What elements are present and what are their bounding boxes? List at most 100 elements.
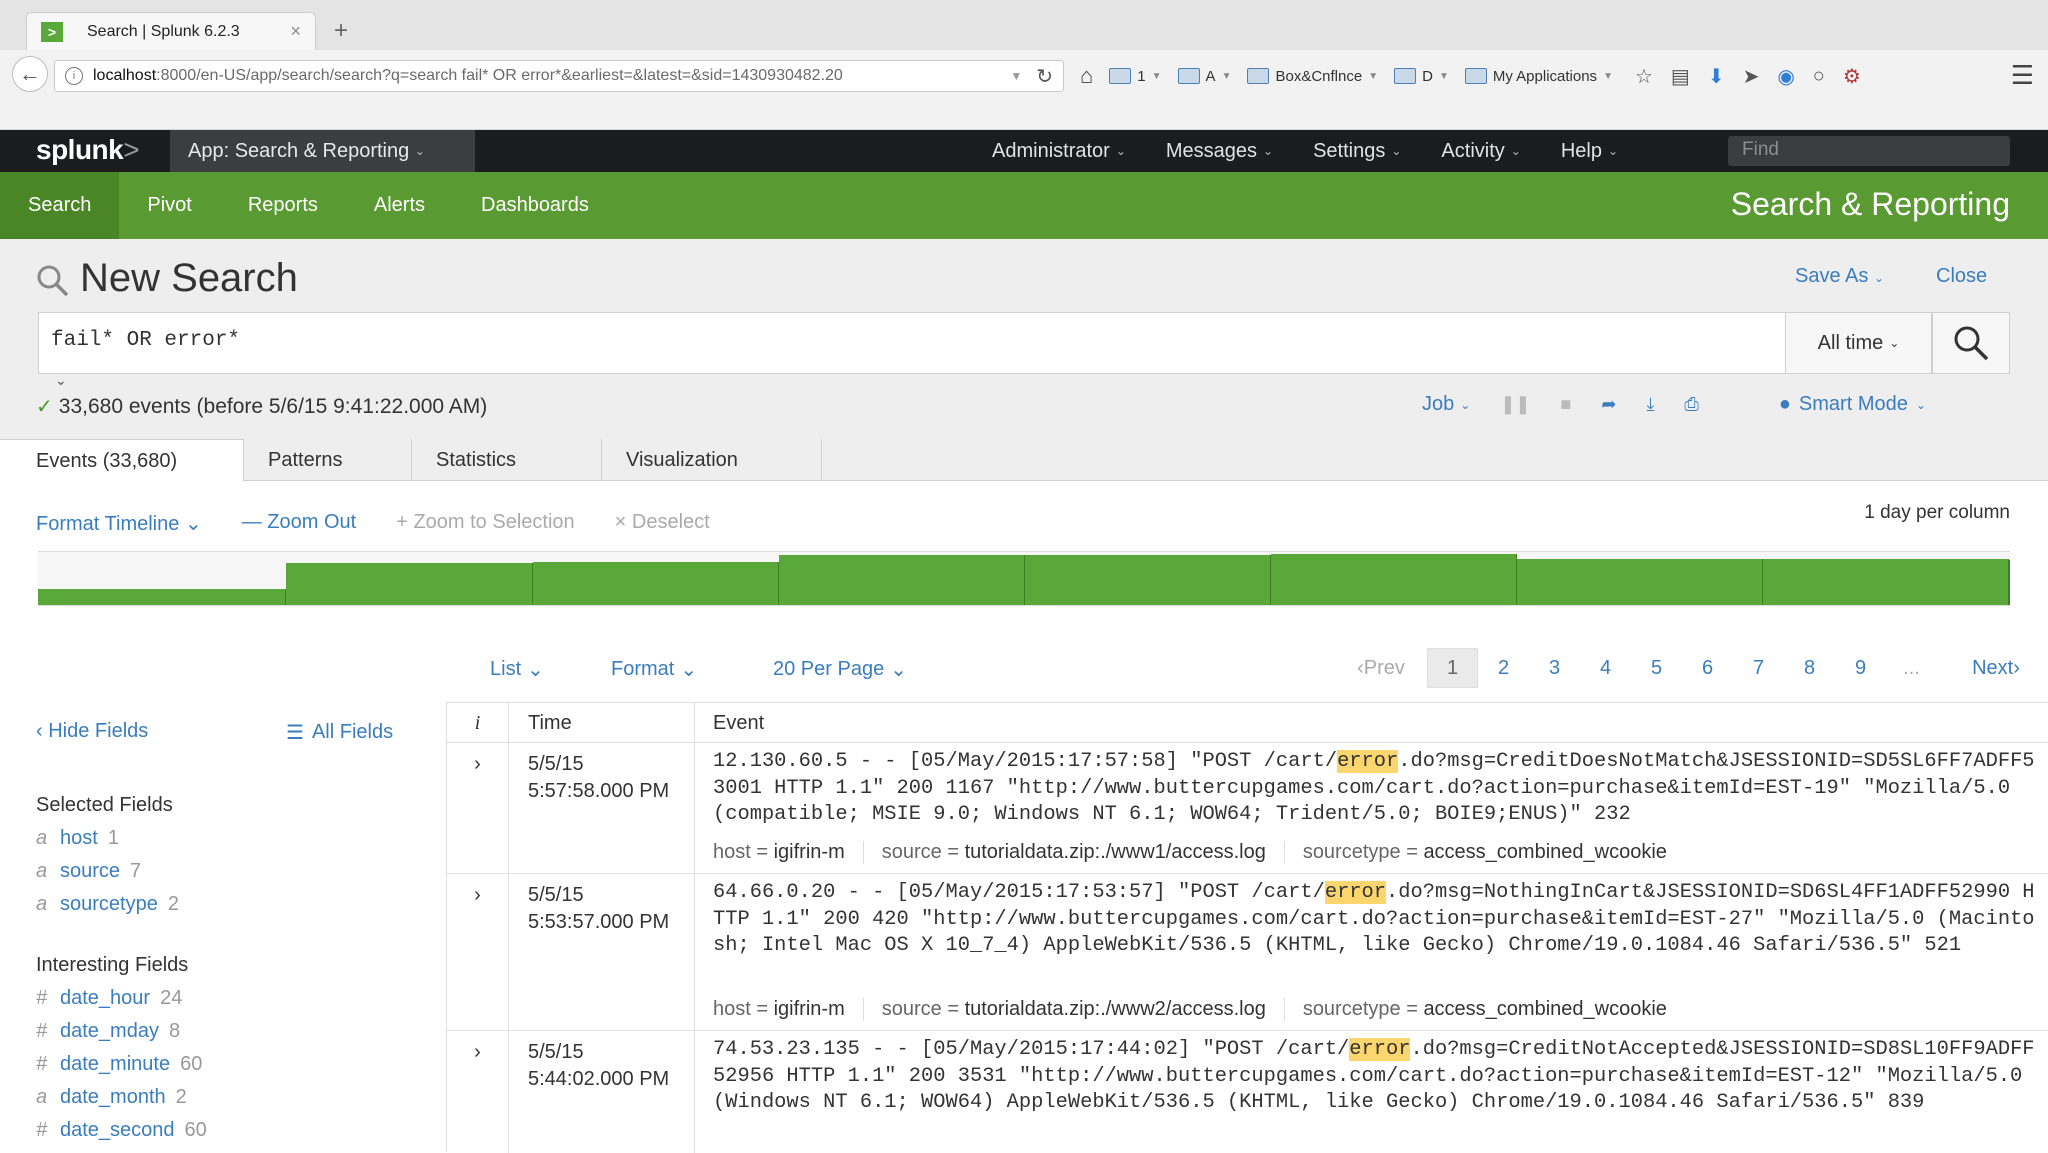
deselect-button[interactable]: × Deselect [615,511,710,536]
expand-chevron-icon[interactable]: ⌄ [55,372,67,389]
print-icon[interactable]: ⎙ [1684,394,1698,415]
browser-menu-icon[interactable]: ☰ [2011,60,2034,91]
reload-icon[interactable]: ↻ [1036,64,1053,89]
browser-tab[interactable]: > Search | Splunk 6.2.3 × [26,12,316,50]
job-menu[interactable]: Job ⌄ [1422,393,1470,416]
bookmark-folder-d[interactable]: D ▼ [1394,68,1449,85]
all-fields-button[interactable]: ☰ All Fields [286,720,393,745]
back-arrow-icon[interactable]: ← [12,56,48,92]
url-bar[interactable]: i localhost:8000/en-US/app/search/search… [54,60,1064,92]
expand-row-icon[interactable]: › [447,874,509,1030]
event-field-source[interactable]: source = tutorialdata.zip:./www2/access.… [882,998,1285,1021]
url-history-dropdown-icon[interactable]: ▼ [1010,69,1022,83]
bookmark-folder-my-applications[interactable]: My Applications ▼ [1464,68,1613,85]
search-term-highlight[interactable]: error [1349,1038,1411,1061]
bookmark-folder-a[interactable]: A ▼ [1177,68,1231,85]
histogram-bar[interactable] [533,562,779,605]
menu-activity[interactable]: Activity ⌄ [1421,140,1540,163]
search-query-input[interactable]: fail* OR error* ⌄ [38,312,1785,388]
histogram-bar[interactable] [1763,559,2009,605]
timeline-histogram[interactable] [38,551,2010,606]
menu-messages[interactable]: Messages ⌄ [1146,140,1293,163]
field-sourcetype[interactable]: a sourcetype 2 [36,893,179,916]
reading-list-icon[interactable]: ▤ [1671,64,1690,89]
next-page-button[interactable]: Next › [1951,648,2041,688]
pause-icon[interactable]: ❚❚ [1500,394,1530,415]
event-field-host[interactable]: host = igifrin-m [713,841,864,864]
page-4[interactable]: 4 [1580,648,1631,688]
histogram-bar[interactable] [1025,555,1271,605]
page-9[interactable]: 9 [1835,648,1886,688]
nav-dashboards[interactable]: Dashboards [453,172,617,239]
download-icon[interactable]: ⬇ [1708,64,1725,89]
site-info-icon[interactable]: i [65,67,83,85]
field-date-minute[interactable]: # date_minute 60 [36,1053,202,1076]
splunk-logo[interactable]: splunk> [36,134,140,166]
zoom-to-selection-button[interactable]: + Zoom to Selection [396,511,574,536]
tab-patterns[interactable]: Patterns [244,439,412,481]
field-host[interactable]: a host 1 [36,827,119,850]
export-icon[interactable]: ⤓ [1646,394,1654,415]
page-8[interactable]: 8 [1784,648,1835,688]
event-field-sourcetype[interactable]: sourcetype = access_combined_wcookie [1303,998,1685,1021]
hide-fields-button[interactable]: ‹ Hide Fields [36,720,148,743]
col-time-header[interactable]: Time [509,703,695,743]
event-field-source[interactable]: source = tutorialdata.zip:./www1/access.… [882,841,1285,864]
menu-administrator[interactable]: Administrator ⌄ [972,140,1146,163]
zoom-out-button[interactable]: — Zoom Out [242,511,356,536]
menu-settings[interactable]: Settings ⌄ [1293,140,1421,163]
nav-search[interactable]: Search [0,172,120,239]
event-time[interactable]: 5/5/15 5:57:58.000 PM [509,743,695,873]
event-time[interactable]: 5/5/15 5:53:57.000 PM [509,874,695,1030]
tab-statistics[interactable]: Statistics [412,439,602,481]
sync-icon[interactable]: ◉ [1777,64,1794,89]
page-1[interactable]: 1 [1427,648,1478,688]
close-button[interactable]: Close [1936,265,1987,288]
new-tab-button[interactable]: + [334,17,348,45]
list-view-menu[interactable]: List ⌄ [490,657,544,682]
field-date-mday[interactable]: # date_mday 8 [36,1020,180,1043]
field-date-second[interactable]: # date_second 60 [36,1119,207,1142]
bookmark-star-icon[interactable]: ☆ [1635,64,1653,89]
histogram-bar[interactable] [2009,560,2010,605]
event-time[interactable]: 5/5/15 5:44:02.000 PM [509,1031,695,1153]
nav-pivot[interactable]: Pivot [119,172,219,239]
page-5[interactable]: 5 [1631,648,1682,688]
histogram-bar[interactable] [38,589,286,605]
field-date-month[interactable]: a date_month 2 [36,1086,187,1109]
event-field-host[interactable]: host = igifrin-m [713,998,864,1021]
nav-alerts[interactable]: Alerts [346,172,453,239]
share-icon[interactable]: ➦ [1601,394,1616,415]
prev-page-button[interactable]: ‹ Prev [1335,648,1427,688]
search-mode-menu[interactable]: ● Smart Mode ⌄ [1779,393,1926,416]
expand-row-icon[interactable]: › [447,1031,509,1153]
stop-icon[interactable]: ■ [1560,394,1571,415]
send-icon[interactable]: ➤ [1743,64,1760,89]
search-term-highlight[interactable]: error [1337,750,1399,773]
histogram-bar[interactable] [779,555,1025,605]
menu-help[interactable]: Help ⌄ [1541,140,1638,163]
search-submit-button[interactable] [1932,312,2010,374]
format-timeline-menu[interactable]: Format Timeline ⌄ [36,511,202,536]
tab-close-icon[interactable]: × [290,21,301,42]
app-menu[interactable]: App: Search & Reporting ⌄ [170,130,475,172]
page-7[interactable]: 7 [1733,648,1784,688]
format-menu[interactable]: Format ⌄ [611,657,697,682]
chat-icon[interactable]: ○ [1813,65,1825,88]
nav-reports[interactable]: Reports [220,172,346,239]
page-6[interactable]: 6 [1682,648,1733,688]
bookmark-folder-1[interactable]: 1 ▼ [1109,68,1162,85]
home-icon[interactable]: ⌂ [1080,63,1093,89]
expand-row-icon[interactable]: › [447,743,509,873]
field-date-hour[interactable]: # date_hour 24 [36,987,182,1010]
save-as-button[interactable]: Save As ⌄ [1795,265,1884,288]
search-term-highlight[interactable]: error [1324,881,1387,904]
histogram-bar[interactable] [1271,554,1517,605]
tab-events[interactable]: Events (33,680) [0,439,244,482]
tab-visualization[interactable]: Visualization [602,439,822,481]
event-field-sourcetype[interactable]: sourcetype = access_combined_wcookie [1303,841,1685,864]
histogram-bar[interactable] [286,563,533,605]
extension-icon[interactable]: ⚙ [1843,64,1861,89]
page-3[interactable]: 3 [1529,648,1580,688]
find-input[interactable]: Find [1728,136,2010,166]
